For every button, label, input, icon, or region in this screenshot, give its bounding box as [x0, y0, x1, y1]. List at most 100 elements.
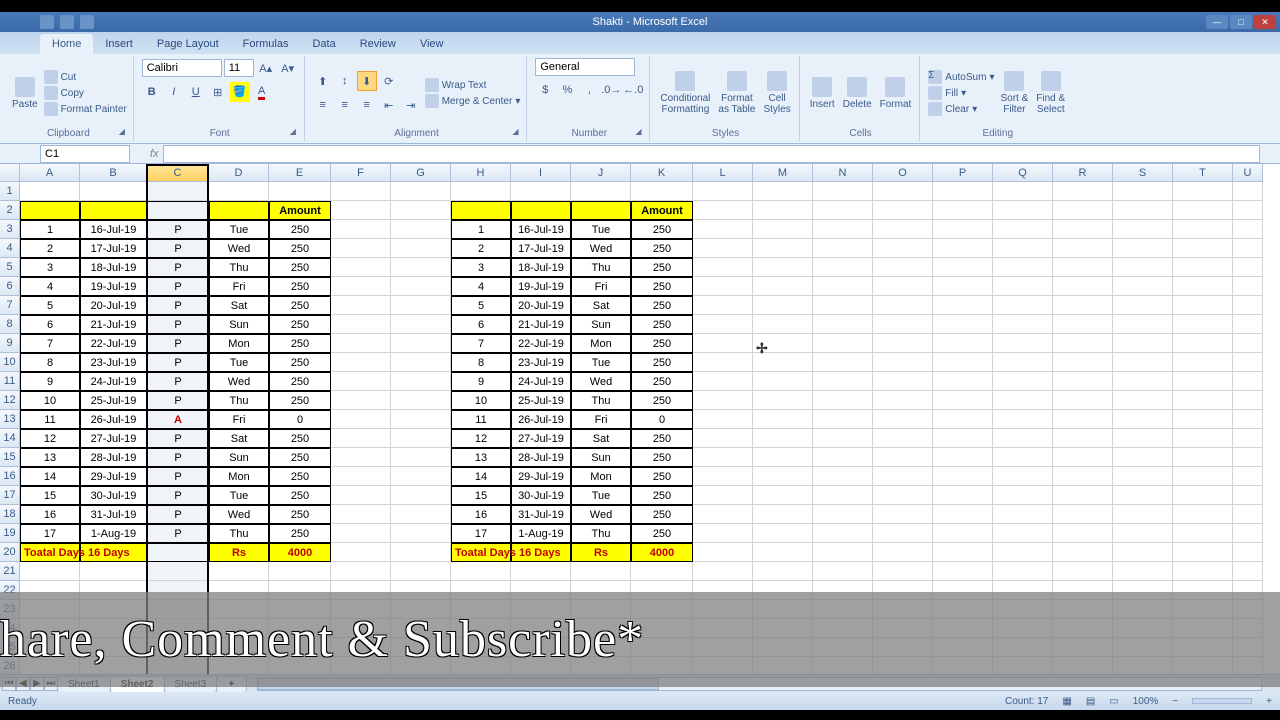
- cell[interactable]: 250: [269, 448, 331, 467]
- cell[interactable]: [1113, 239, 1173, 258]
- cell[interactable]: Sun: [209, 448, 269, 467]
- cell[interactable]: [1233, 410, 1263, 429]
- cell[interactable]: Sat: [209, 296, 269, 315]
- cell[interactable]: [147, 638, 209, 657]
- cell[interactable]: [269, 619, 331, 638]
- cell[interactable]: 250: [631, 315, 693, 334]
- cell[interactable]: Fri: [209, 277, 269, 296]
- percent-button[interactable]: %: [557, 80, 577, 100]
- cell[interactable]: [1173, 543, 1233, 562]
- cell[interactable]: [1053, 410, 1113, 429]
- cell[interactable]: [693, 429, 753, 448]
- cell[interactable]: [813, 182, 873, 201]
- paste-button[interactable]: Paste: [10, 75, 40, 112]
- cell[interactable]: Thu: [209, 391, 269, 410]
- cell[interactable]: [331, 600, 391, 619]
- cell[interactable]: [1053, 638, 1113, 657]
- cell[interactable]: [391, 505, 451, 524]
- row-header[interactable]: 15: [0, 448, 20, 467]
- cell[interactable]: 17: [20, 524, 80, 543]
- cell[interactable]: 18-Jul-19: [80, 258, 147, 277]
- cell[interactable]: 250: [269, 220, 331, 239]
- view-pagebreak-button[interactable]: ▭: [1109, 696, 1118, 707]
- cell[interactable]: [873, 220, 933, 239]
- cell[interactable]: [693, 505, 753, 524]
- cell[interactable]: [753, 581, 813, 600]
- cell[interactable]: [571, 581, 631, 600]
- cell[interactable]: [571, 182, 631, 201]
- save-icon[interactable]: [40, 15, 54, 29]
- cell[interactable]: [693, 562, 753, 581]
- cell[interactable]: [269, 581, 331, 600]
- cell[interactable]: 250: [631, 239, 693, 258]
- cell[interactable]: 4000: [631, 543, 693, 562]
- delete-cells-button[interactable]: Delete: [841, 75, 874, 112]
- row-header[interactable]: 16: [0, 467, 20, 486]
- cell[interactable]: 29-Jul-19: [80, 467, 147, 486]
- cell[interactable]: P: [147, 315, 209, 334]
- cell[interactable]: 250: [269, 486, 331, 505]
- cell[interactable]: [331, 467, 391, 486]
- cell[interactable]: [813, 467, 873, 486]
- cell[interactable]: [1173, 562, 1233, 581]
- cell[interactable]: [80, 581, 147, 600]
- redo-icon[interactable]: [80, 15, 94, 29]
- cell[interactable]: [873, 486, 933, 505]
- cell[interactable]: Sat: [571, 296, 631, 315]
- cell[interactable]: 250: [631, 353, 693, 372]
- cell[interactable]: [753, 296, 813, 315]
- cell[interactable]: [391, 581, 451, 600]
- cell[interactable]: Thu: [571, 258, 631, 277]
- cell[interactable]: 27-Jul-19: [80, 429, 147, 448]
- cell[interactable]: [933, 353, 993, 372]
- cell[interactable]: 0: [631, 410, 693, 429]
- cell[interactable]: [993, 239, 1053, 258]
- cell[interactable]: 25-Jul-19: [80, 391, 147, 410]
- close-button[interactable]: ✕: [1254, 15, 1276, 29]
- wrap-text-button[interactable]: Wrap Text: [425, 78, 521, 92]
- font-color-button[interactable]: A: [252, 82, 272, 102]
- alignment-launcher[interactable]: ◢: [512, 127, 524, 139]
- cell[interactable]: [1053, 657, 1113, 674]
- cell[interactable]: 4000: [269, 543, 331, 562]
- cell[interactable]: [933, 296, 993, 315]
- number-launcher[interactable]: ◢: [635, 127, 647, 139]
- column-header-B[interactable]: B: [80, 164, 147, 182]
- cell[interactable]: [693, 657, 753, 674]
- cell[interactable]: [813, 657, 873, 674]
- italic-button[interactable]: I: [164, 82, 184, 102]
- cell[interactable]: [693, 201, 753, 220]
- column-header-U[interactable]: U: [1233, 164, 1263, 182]
- cell[interactable]: [933, 505, 993, 524]
- cell[interactable]: 13: [20, 448, 80, 467]
- cell[interactable]: [1113, 581, 1173, 600]
- cell[interactable]: [813, 581, 873, 600]
- column-header-H[interactable]: H: [451, 164, 511, 182]
- cell[interactable]: [693, 220, 753, 239]
- cell[interactable]: A: [147, 410, 209, 429]
- cell[interactable]: [209, 581, 269, 600]
- cell[interactable]: [873, 429, 933, 448]
- cell[interactable]: [1173, 505, 1233, 524]
- cell[interactable]: [147, 543, 209, 562]
- cell[interactable]: [873, 524, 933, 543]
- cell[interactable]: [147, 600, 209, 619]
- row-header[interactable]: 17: [0, 486, 20, 505]
- cell[interactable]: [693, 277, 753, 296]
- column-header-N[interactable]: N: [813, 164, 873, 182]
- cell[interactable]: [993, 562, 1053, 581]
- cell[interactable]: [1113, 220, 1173, 239]
- cell[interactable]: [391, 334, 451, 353]
- cell[interactable]: [1173, 638, 1233, 657]
- cell[interactable]: [511, 638, 571, 657]
- cell[interactable]: [873, 505, 933, 524]
- format-cells-button[interactable]: Format: [878, 75, 914, 112]
- cell[interactable]: [1173, 619, 1233, 638]
- cell[interactable]: [631, 638, 693, 657]
- conditional-formatting-button[interactable]: Conditional Formatting: [658, 69, 712, 117]
- cell[interactable]: P: [147, 277, 209, 296]
- column-header-F[interactable]: F: [331, 164, 391, 182]
- cell[interactable]: Mon: [571, 334, 631, 353]
- column-header-K[interactable]: K: [631, 164, 693, 182]
- cell[interactable]: [451, 657, 511, 674]
